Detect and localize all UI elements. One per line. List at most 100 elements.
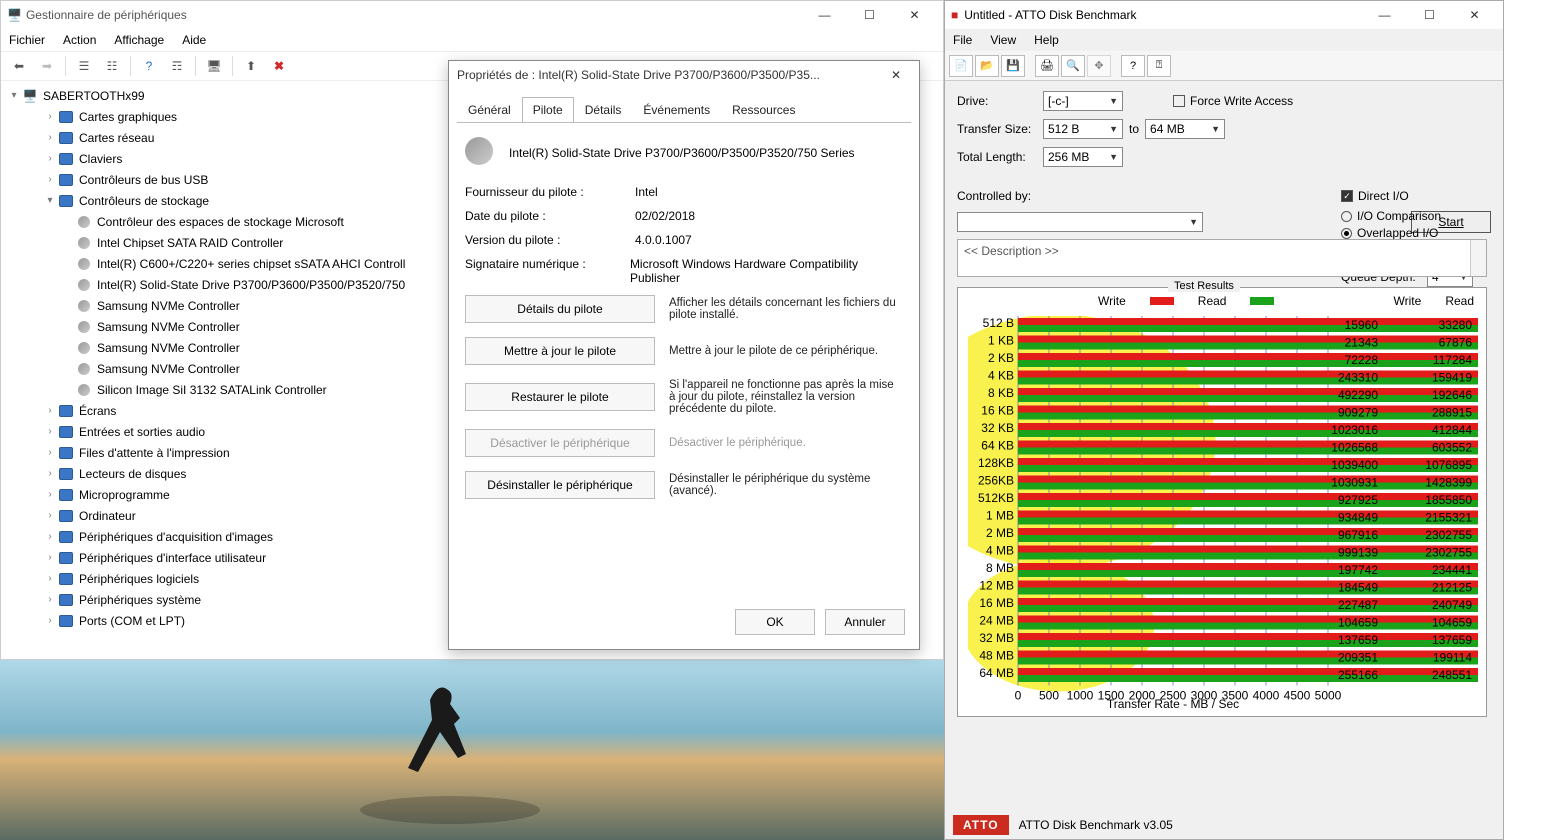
read-bar	[1018, 535, 1478, 542]
device-icon	[75, 382, 93, 398]
chart-row-label: 8 KB	[988, 386, 1014, 400]
radio-option[interactable]: I/O Comparison	[1341, 209, 1491, 223]
menu-affichage[interactable]: Affichage	[114, 33, 164, 47]
back-icon[interactable]: ⬅	[7, 54, 31, 78]
ok-button[interactable]: OK	[735, 609, 815, 635]
action-button[interactable]: Détails du pilote	[465, 295, 655, 323]
legend-write-label: Write	[1098, 294, 1126, 308]
radio-option[interactable]: Overlapped I/O	[1341, 226, 1491, 240]
chart-row-label: 1 KB	[988, 334, 1014, 348]
tab-événements[interactable]: Événements	[632, 97, 721, 122]
controlled-by-select[interactable]: ▼	[957, 212, 1203, 232]
maximize-button[interactable]: ☐	[847, 1, 892, 29]
info-row: Version du pilote :4.0.0.1007	[465, 233, 903, 247]
read-header: Read	[1445, 294, 1474, 308]
dialog-body: Intel(R) Solid-State Drive P3700/P3600/P…	[449, 123, 919, 527]
help-icon[interactable]: ?	[137, 54, 161, 78]
read-value: 1428399	[1425, 476, 1472, 490]
print-icon[interactable]: 🖨	[1035, 55, 1059, 77]
minimize-button[interactable]: —	[802, 1, 847, 29]
svg-text:4500: 4500	[1284, 689, 1311, 703]
total-length-select[interactable]: 256 MB▼	[1043, 147, 1123, 167]
atto-close-button[interactable]: ✕	[1452, 1, 1497, 29]
dialog-close-button[interactable]: ✕	[881, 61, 911, 89]
context-help-icon[interactable]: ⍰	[1147, 55, 1171, 77]
help-icon[interactable]: ?	[1121, 55, 1145, 77]
tree-node-label: Cartes graphiques	[79, 110, 177, 124]
write-bar	[1018, 563, 1478, 570]
menu-fichier[interactable]: Fichier	[9, 33, 45, 47]
read-bar	[1018, 500, 1478, 507]
write-value: 227487	[1338, 598, 1378, 612]
close-button[interactable]: ✕	[892, 1, 937, 29]
drive-label: Drive:	[957, 94, 1043, 108]
save-icon[interactable]: 💾	[1001, 55, 1025, 77]
svg-text:4000: 4000	[1253, 689, 1280, 703]
device-icon	[57, 571, 75, 587]
device-name: Intel(R) Solid-State Drive P3700/P3600/P…	[509, 146, 855, 160]
transfer-to-select[interactable]: 64 MB▼	[1145, 119, 1225, 139]
write-value: 1026568	[1331, 441, 1378, 455]
atto-minimize-button[interactable]: —	[1362, 1, 1407, 29]
tab-ressources[interactable]: Ressources	[721, 97, 806, 122]
write-value: 934849	[1338, 511, 1378, 525]
read-bar	[1018, 378, 1478, 385]
tab-général[interactable]: Général	[457, 97, 522, 122]
tree-node-label: Ports (COM et LPT)	[79, 614, 185, 628]
atto-menu-help[interactable]: Help	[1034, 33, 1059, 47]
write-value: 72228	[1345, 353, 1379, 367]
new-icon[interactable]: 📄	[949, 55, 973, 77]
atto-menu-view[interactable]: View	[990, 33, 1016, 47]
scrollbar[interactable]	[1470, 240, 1486, 276]
write-value: 909279	[1338, 406, 1378, 420]
tree-node-label: Silicon Image SiI 3132 SATALink Controll…	[97, 383, 327, 397]
menu-action[interactable]: Action	[63, 33, 96, 47]
tree-node-label: Lecteurs de disques	[79, 467, 186, 481]
preview-icon[interactable]: 🔍	[1061, 55, 1085, 77]
direct-io-checkbox[interactable]: ✓Direct I/O	[1341, 189, 1491, 203]
move-icon[interactable]: ✥	[1087, 55, 1111, 77]
read-value: 199114	[1433, 651, 1472, 665]
atto-maximize-button[interactable]: ☐	[1407, 1, 1452, 29]
show-hidden-icon[interactable]: ☰	[72, 54, 96, 78]
read-value: 2302755	[1425, 528, 1472, 542]
write-value: 243310	[1338, 371, 1378, 385]
transfer-size-label: Transfer Size:	[957, 122, 1043, 136]
transfer-from-select[interactable]: 512 B▼	[1043, 119, 1123, 139]
uninstall-icon[interactable]: ✖	[267, 54, 291, 78]
write-bar	[1018, 476, 1478, 483]
info-row: Date du pilote :02/02/2018	[465, 209, 903, 223]
info-key: Date du pilote :	[465, 209, 635, 223]
device-icon	[57, 130, 75, 146]
tab-pilote[interactable]: Pilote	[522, 97, 574, 122]
properties-icon[interactable]: ☷	[100, 54, 124, 78]
action-button[interactable]: Restaurer le pilote	[465, 383, 655, 411]
tab-détails[interactable]: Détails	[574, 97, 633, 122]
force-write-checkbox[interactable]: Force Write Access	[1173, 94, 1293, 108]
write-bar	[1018, 371, 1478, 378]
atto-menu-file[interactable]: File	[953, 33, 972, 47]
forward-icon[interactable]: ➡	[35, 54, 59, 78]
tree-node-label: Périphériques système	[79, 593, 201, 607]
atto-version: ATTO Disk Benchmark v3.05	[1019, 818, 1173, 832]
device-icon	[57, 172, 75, 188]
write-value: 209351	[1338, 651, 1378, 665]
update-driver-icon[interactable]: ⬆	[239, 54, 263, 78]
scan-hardware-icon[interactable]: 🖥	[202, 54, 226, 78]
read-value: 240749	[1432, 598, 1472, 612]
tree-node-label: Écrans	[79, 404, 116, 418]
device-icon	[57, 193, 75, 209]
tree-node-label: Samsung NVMe Controller	[97, 362, 240, 376]
device-icon	[57, 550, 75, 566]
action-button[interactable]: Désinstaller le périphérique	[465, 471, 655, 499]
drive-select[interactable]: [-c-]▼	[1043, 91, 1123, 111]
open-icon[interactable]: 📂	[975, 55, 999, 77]
svg-text:5000: 5000	[1315, 689, 1342, 703]
cancel-button[interactable]: Annuler	[825, 609, 905, 635]
action-button[interactable]: Mettre à jour le pilote	[465, 337, 655, 365]
view-icon[interactable]: ☶	[165, 54, 189, 78]
tree-node-label: Samsung NVMe Controller	[97, 341, 240, 355]
chart-row-label: 256KB	[978, 474, 1014, 488]
device-icon	[57, 508, 75, 524]
menu-aide[interactable]: Aide	[182, 33, 206, 47]
